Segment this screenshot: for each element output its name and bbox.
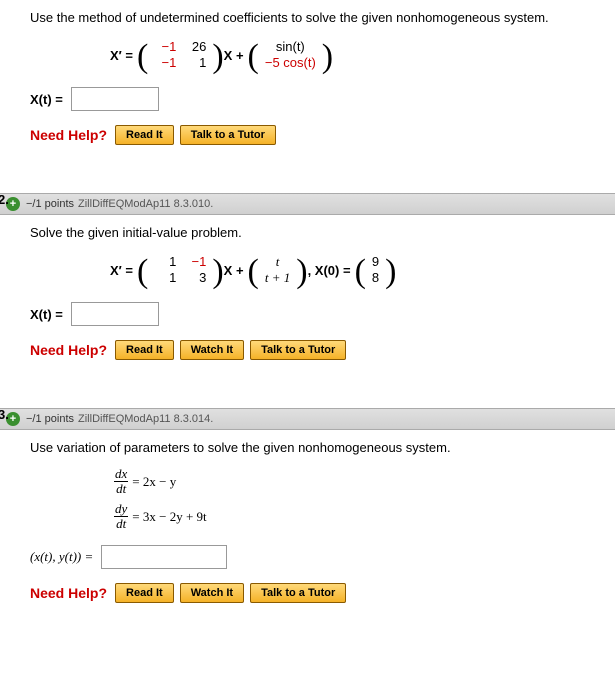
m21: 1 (150, 270, 180, 286)
question-header: + −/1 points ZillDiffEQModAp11 8.3.010. (0, 193, 615, 215)
problem-3: Use variation of parameters to solve the… (0, 430, 615, 621)
dy-dt: dy dt (113, 502, 129, 531)
points: −/1 points (26, 198, 74, 210)
vec-bot: t + 1 (261, 270, 294, 286)
watch-it-button[interactable]: Watch It (180, 340, 244, 360)
lparen-icon: ( (137, 39, 148, 75)
help-row: Need Help? Read It Talk to a Tutor (30, 125, 605, 145)
prompt: Use variation of parameters to solve the… (30, 440, 605, 455)
problem-1: Use the method of undetermined coefficie… (0, 0, 615, 163)
answer-input[interactable] (71, 302, 159, 326)
prompt: Solve the given initial-value problem. (30, 225, 605, 240)
lparen-icon: ( (355, 254, 366, 290)
question-number: 3. (0, 407, 9, 422)
vec-top: t (261, 254, 294, 270)
den: dt (114, 481, 128, 496)
equation: dx dt = 2x − y dy dt = 3x − 2y + 9t (110, 467, 605, 531)
points: −/1 points (26, 413, 74, 425)
m22: 3 (180, 270, 210, 286)
num: dx (113, 467, 129, 481)
read-it-button[interactable]: Read It (115, 125, 174, 145)
comma: , X(0) = (308, 263, 351, 278)
answer-input[interactable] (71, 87, 159, 111)
lparen-icon: ( (137, 254, 148, 290)
m11: 1 (150, 254, 180, 270)
talk-to-tutor-button[interactable]: Talk to a Tutor (250, 340, 346, 360)
ic-top: 9 (368, 254, 383, 270)
need-help-label: Need Help? (30, 342, 107, 358)
answer-row: (x(t), y(t)) = (30, 545, 605, 569)
forcing-vector: sin(t) −5 cos(t) (261, 39, 320, 71)
reference: ZillDiffEQModAp11 8.3.014. (78, 413, 213, 425)
vec-top: sin(t) (261, 39, 320, 55)
equation: X′ = ( 1 −1 1 3 ) X + ( t t + 1 ) , X(0) (110, 252, 605, 288)
rparen-icon: ) (212, 39, 223, 75)
answer-label: X(t) = (30, 307, 63, 322)
prompt: Use the method of undetermined coefficie… (30, 10, 605, 25)
den: dt (114, 516, 128, 531)
lhs: X′ = (110, 263, 133, 278)
answer-row: X(t) = (30, 302, 605, 326)
equation: X′ = ( −1 26 −1 1 ) X + ( sin(t) −5 cos(… (110, 37, 605, 73)
need-help-label: Need Help? (30, 585, 107, 601)
read-it-button[interactable]: Read It (115, 340, 174, 360)
num: dy (113, 502, 129, 516)
m22: 1 (180, 55, 210, 71)
rparen-icon: ) (296, 254, 307, 290)
ic-vector: 9 8 (368, 254, 383, 286)
eq2-rhs: = 3x − 2y + 9t (132, 509, 206, 525)
read-it-button[interactable]: Read It (115, 583, 174, 603)
mid: X + (224, 48, 244, 63)
forcing-vector: t t + 1 (261, 254, 294, 286)
answer-input[interactable] (101, 545, 227, 569)
coef-matrix: 1 −1 1 3 (150, 254, 210, 286)
vec-bot: −5 cos(t) (261, 55, 320, 71)
dx-dt: dx dt (113, 467, 129, 496)
rparen-icon: ) (322, 39, 333, 75)
answer-label: X(t) = (30, 92, 63, 107)
answer-label: (x(t), y(t)) = (30, 549, 93, 565)
question-header: + −/1 points ZillDiffEQModAp11 8.3.014. (0, 408, 615, 430)
talk-to-tutor-button[interactable]: Talk to a Tutor (180, 125, 276, 145)
rparen-icon: ) (212, 254, 223, 290)
reference: ZillDiffEQModAp11 8.3.010. (78, 198, 213, 210)
mid: X + (224, 263, 244, 278)
eq1-rhs: = 2x − y (132, 474, 176, 490)
help-row: Need Help? Read It Watch It Talk to a Tu… (30, 583, 605, 603)
answer-row: X(t) = (30, 87, 605, 111)
lparen-icon: ( (248, 39, 259, 75)
ic-bot: 8 (368, 270, 383, 286)
m12: −1 (180, 254, 210, 270)
lparen-icon: ( (248, 254, 259, 290)
m12: 26 (180, 39, 210, 55)
need-help-label: Need Help? (30, 127, 107, 143)
talk-to-tutor-button[interactable]: Talk to a Tutor (250, 583, 346, 603)
coef-matrix: −1 26 −1 1 (150, 39, 210, 71)
rparen-icon: ) (385, 254, 396, 290)
m21: −1 (150, 55, 180, 71)
question-number: 2. (0, 192, 9, 207)
problem-2: Solve the given initial-value problem. X… (0, 215, 615, 378)
watch-it-button[interactable]: Watch It (180, 583, 244, 603)
m11: −1 (150, 39, 180, 55)
lhs: X′ = (110, 48, 133, 63)
help-row: Need Help? Read It Watch It Talk to a Tu… (30, 340, 605, 360)
